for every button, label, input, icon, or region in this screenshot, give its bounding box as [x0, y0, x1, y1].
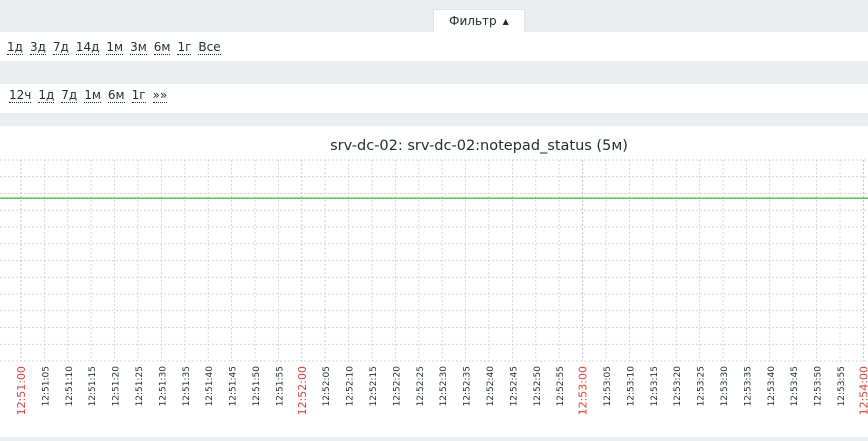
- x-tick-label: 12:51:25: [135, 366, 145, 406]
- x-tick-label: 12:51:35: [182, 366, 192, 406]
- x-tick-label: 12:52:25: [416, 366, 426, 406]
- zoom-period-links: 1д 3д 7д 14д 1м 3м 6м 1г Все: [7, 40, 228, 55]
- x-tick-label: 12:51:50: [252, 366, 262, 407]
- x-tick-label: 12:52:10: [346, 366, 356, 407]
- x-tick-label: 12:52:55: [556, 366, 566, 406]
- x-tick-label: 12:53:25: [697, 366, 707, 406]
- x-tick-label: 12:52:20: [392, 366, 402, 407]
- zoom-period-link[interactable]: 1д: [7, 41, 23, 55]
- chart-title: srv-dc-02: srv-dc-02:notepad_status (5м): [330, 138, 628, 154]
- nav-period-link[interactable]: 1г: [131, 89, 146, 103]
- navigation-period-row: 12ч 1д 7д 1м 6м 1г »»: [0, 84, 868, 113]
- x-tick-label: 12:53:35: [743, 366, 753, 406]
- x-tick-label: 12:52:40: [486, 366, 496, 407]
- zoom-period-link[interactable]: 3д: [29, 41, 46, 55]
- x-tick-label: 12:51:05: [41, 366, 51, 406]
- zoom-period-link[interactable]: 14д: [75, 41, 100, 55]
- graph-panel: srv-dc-02: srv-dc-02:notepad_status (5м)…: [0, 126, 868, 437]
- zoom-period-link[interactable]: 1г: [177, 41, 192, 55]
- filter-toggle-tab[interactable]: Фильтр ▲: [433, 9, 525, 32]
- x-tick-label: 12:53:55: [837, 366, 847, 406]
- x-tick-label: 12:51:30: [158, 366, 168, 407]
- x-tick-label: 12:51:40: [205, 366, 215, 407]
- chart-grid: [0, 159, 868, 362]
- x-tick-label: 12:53:30: [720, 366, 730, 407]
- navigation-period-links: 12ч 1д 7д 1м 6м 1г »»: [9, 88, 174, 103]
- x-tick-label: 12:51:55: [275, 366, 285, 406]
- filter-bar: Фильтр ▲: [0, 0, 868, 32]
- x-tick-label: 12:52:50: [533, 366, 543, 407]
- nav-period-link[interactable]: 1д: [38, 89, 55, 103]
- zoom-period-link[interactable]: 3м: [130, 41, 147, 55]
- x-tick-label: 12:52:45: [509, 366, 519, 406]
- x-tick-label: 12:51:00: [15, 366, 28, 415]
- zoom-period-link[interactable]: 1м: [106, 41, 124, 55]
- filter-label: Фильтр: [449, 14, 497, 28]
- zoom-period-link[interactable]: 6м: [153, 41, 171, 55]
- x-tick-label: 12:53:00: [577, 366, 590, 415]
- x-tick-label: 12:53:10: [626, 366, 636, 407]
- zoom-period-row: 1д 3д 7д 14д 1м 3м 6м 1г Все: [0, 32, 868, 61]
- x-tick-label: 12:51:10: [65, 366, 75, 407]
- x-tick-label: 12:51:15: [88, 366, 98, 406]
- x-tick-label: 12:51:20: [112, 366, 122, 407]
- x-tick-label: 12:52:05: [322, 366, 332, 406]
- x-axis-ticks: 12:51:00 12:51:05 12:51:10 12:51:15 12:51:20…: [15, 366, 868, 416]
- x-tick-label: 12:53:15: [650, 366, 660, 406]
- nav-period-link[interactable]: 1м: [84, 89, 101, 103]
- x-tick-label: 12:52:35: [463, 366, 473, 406]
- x-tick-label: 12:53:20: [673, 366, 683, 407]
- x-tick-label: 12:52:15: [369, 366, 379, 406]
- x-tick-label: 12:53:50: [814, 366, 824, 407]
- x-tick-label: 12:52:30: [439, 366, 449, 407]
- nav-period-link[interactable]: »»: [152, 89, 168, 103]
- triangle-up-icon: ▲: [502, 17, 509, 26]
- x-tick-label: 12:53:40: [767, 366, 777, 407]
- x-tick-label: 12:53:45: [790, 366, 800, 406]
- zoom-period-link[interactable]: 7д: [52, 41, 69, 55]
- zoom-period-link[interactable]: Все: [198, 41, 221, 55]
- nav-period-link[interactable]: 6м: [107, 89, 125, 103]
- x-tick-label: 12:52:00: [296, 366, 309, 415]
- nav-period-link[interactable]: 7д: [61, 89, 78, 103]
- x-tick-label: 12:51:45: [229, 366, 239, 406]
- graph-chart: srv-dc-02: srv-dc-02:notepad_status (5м)…: [0, 138, 868, 416]
- x-tick-label: 12:54:00: [857, 366, 868, 415]
- nav-period-link[interactable]: 12ч: [9, 89, 32, 103]
- x-tick-label: 12:53:05: [603, 366, 613, 406]
